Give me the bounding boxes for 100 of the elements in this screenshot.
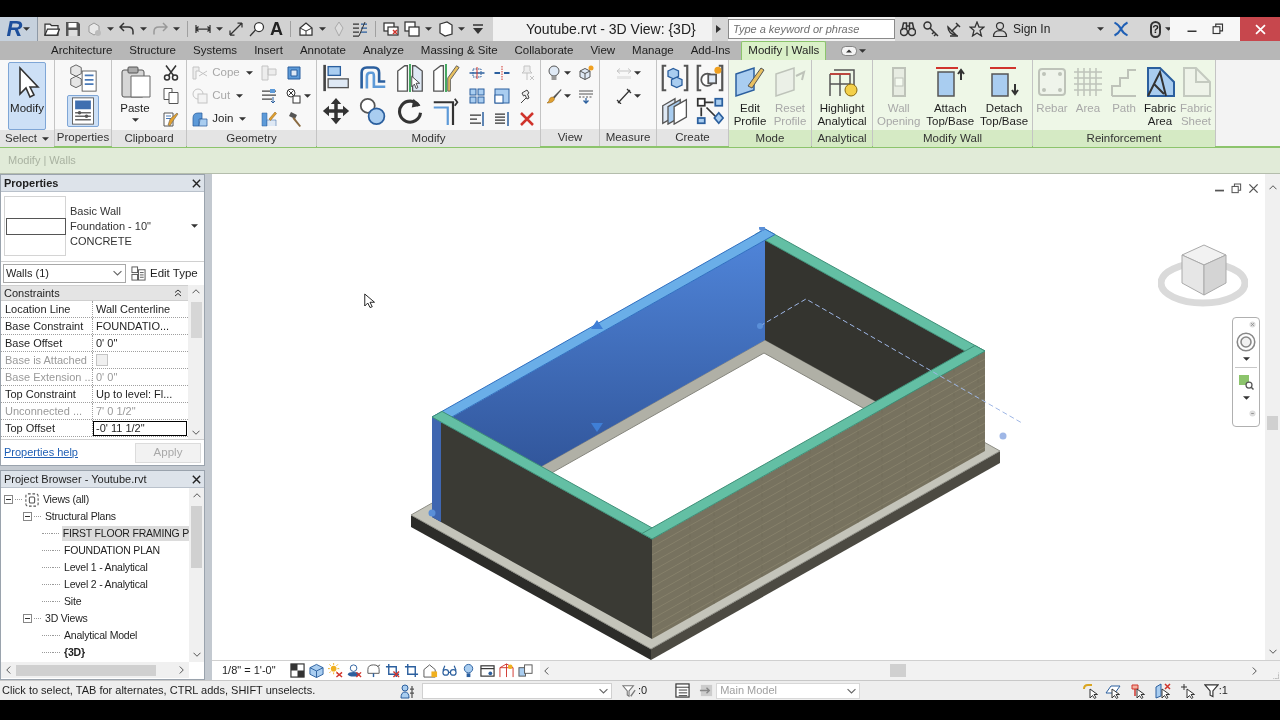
tree-item[interactable]: Level 2 - Analytical	[63, 576, 148, 593]
shadow-cross-icon[interactable]	[346, 663, 362, 678]
chevron-down-icon[interactable]	[599, 687, 608, 694]
collapse-box-icon[interactable]	[23, 512, 32, 521]
sun-cross-icon[interactable]	[327, 663, 343, 678]
ribbon-tab[interactable]: Manage	[632, 41, 674, 60]
chevron-up-icon[interactable]	[192, 493, 201, 498]
ribbon-tool-button[interactable]: Join	[190, 108, 255, 130]
workset-field[interactable]	[422, 682, 612, 699]
diagonal-arrow-icon[interactable]	[228, 21, 244, 37]
ribbon-tool-button[interactable]	[283, 85, 313, 107]
help-button[interactable]: ?	[1150, 20, 1162, 38]
search-field[interactable]: Type a keyword or phrase	[728, 19, 895, 39]
ribbon-toggle-icon[interactable]	[841, 45, 858, 56]
close-icon[interactable]	[192, 178, 201, 188]
ribbon-tool-button[interactable]: Edit Profile	[731, 62, 769, 130]
scrollbar-thumb[interactable]	[890, 664, 906, 677]
magnifier-icon[interactable]	[249, 21, 265, 37]
caret-icon[interactable]	[1242, 357, 1250, 361]
chevron-down-icon[interactable]	[192, 652, 201, 657]
tree-item[interactable]: Site	[63, 593, 82, 610]
ribbon-tab[interactable]: View	[590, 41, 616, 60]
vertical-scrollbar[interactable]	[1265, 174, 1280, 660]
caret-icon[interactable]	[140, 27, 147, 31]
ribbon-tool-button[interactable]: Attach Top/Base	[924, 62, 977, 130]
edit-type-button[interactable]: Edit Type	[129, 264, 198, 283]
close-windows-icon[interactable]	[383, 21, 399, 37]
ribbon-tool-button[interactable]: Modify	[8, 62, 46, 130]
ribbon-tab[interactable]: Analyze	[362, 41, 404, 60]
star-icon[interactable]	[969, 21, 985, 37]
ribbon-tab[interactable]: Massing & Site	[420, 41, 498, 60]
save-icon[interactable]	[65, 21, 81, 37]
collapse-box-icon[interactable]	[23, 614, 32, 623]
ribbon-tool-button[interactable]: Highlight Analytical	[815, 62, 869, 130]
caret-icon[interactable]	[216, 27, 223, 31]
tree-item[interactable]: Views (all)	[42, 491, 90, 508]
ribbon-tab[interactable]: Add-Ins	[690, 41, 731, 60]
collapse-box-icon[interactable]	[4, 495, 13, 504]
chevron-down-icon[interactable]	[1268, 649, 1277, 654]
caret-icon[interactable]	[425, 27, 432, 31]
chevron-up-icon[interactable]	[192, 289, 200, 295]
pin-cursor-icon[interactable]	[1129, 682, 1146, 699]
tree-item[interactable]: Analytical Model	[63, 627, 138, 644]
checker-square-icon[interactable]	[289, 663, 305, 678]
plus-cursor-icon[interactable]	[1179, 682, 1196, 699]
house-icon[interactable]	[298, 21, 314, 37]
instance-dropdown[interactable]: Walls (1)	[3, 263, 126, 283]
satellite-dish-icon[interactable]	[946, 21, 962, 37]
tree-item[interactable]: 3D Views	[44, 610, 88, 627]
chevron-right-icon[interactable]	[179, 666, 184, 674]
house-lock-icon[interactable]	[422, 663, 438, 678]
ribbon-tab[interactable]: Structure	[129, 41, 177, 60]
scrollbar-thumb[interactable]	[1267, 416, 1278, 430]
ribbon-tool-button[interactable]: Paste	[117, 62, 153, 130]
close-icon[interactable]	[192, 474, 201, 484]
stacked-boxes-icon[interactable]	[517, 663, 533, 678]
tree-item[interactable]: FOUNDATION PLAN	[63, 542, 160, 559]
ribbon-tool-button[interactable]: Fabric Area	[1142, 62, 1178, 130]
view-scale[interactable]: 1/8" = 1'-0"	[222, 662, 276, 679]
vertical-scrollbar[interactable]	[188, 285, 204, 440]
value-input[interactable]: -0' 11 1/2"	[93, 420, 187, 436]
help-link[interactable]: Properties help	[4, 444, 78, 461]
ribbon-tab[interactable]: Systems	[193, 41, 238, 60]
caret-icon[interactable]	[859, 48, 867, 53]
chevron-up-icon[interactable]	[1268, 185, 1277, 190]
tree-item[interactable]: {3D}	[63, 644, 85, 661]
funnel-pencil-icon[interactable]	[622, 683, 636, 698]
folder-icon[interactable]	[44, 21, 60, 37]
person-key-icon[interactable]	[400, 682, 416, 699]
list-window-icon[interactable]	[675, 683, 691, 698]
ribbon-tool-button[interactable]	[161, 62, 181, 84]
scrollbar-thumb[interactable]	[191, 506, 202, 568]
switch-windows-icon[interactable]	[404, 21, 420, 37]
vertical-scrollbar[interactable]	[189, 488, 204, 662]
close-icon[interactable]	[1248, 183, 1259, 194]
crop-cross-icon[interactable]	[384, 663, 400, 678]
restore-icon[interactable]	[1212, 23, 1224, 35]
type-selector[interactable]: Basic Wall Foundation - 10" CONCRETE	[1, 192, 204, 262]
ribbon-tool-button[interactable]	[67, 95, 99, 127]
glasses-icon[interactable]	[441, 663, 457, 678]
face-cursor-icon[interactable]	[1154, 682, 1171, 699]
shaded-cube-icon[interactable]	[308, 663, 324, 678]
frame-sun-icon[interactable]	[498, 663, 514, 678]
caret-icon[interactable]	[107, 27, 114, 31]
tree-item[interactable]: Level 1 - Analytical	[63, 559, 148, 576]
binoculars-icon[interactable]	[900, 21, 916, 37]
chevron-down-icon[interactable]	[192, 430, 200, 436]
ribbon-tool-button[interactable]: Detach Top/Base	[978, 62, 1031, 130]
ribbon-tool-button[interactable]	[430, 62, 463, 94]
caret-icon[interactable]	[173, 27, 180, 31]
arc-cursor-icon[interactable]	[1082, 682, 1099, 699]
chevron-left-icon[interactable]	[6, 666, 11, 674]
tree-item[interactable]: Structural Plans	[44, 508, 116, 525]
crop-icon[interactable]	[403, 663, 419, 678]
ribbon-tab[interactable]: Insert	[254, 41, 283, 60]
caret-icon[interactable]	[1165, 27, 1173, 31]
ribbon-tab[interactable]: Architecture	[51, 41, 113, 60]
app-menu-button[interactable]: R	[0, 17, 38, 41]
ribbon-tab[interactable]: Collaborate	[514, 41, 574, 60]
scrollbar-thumb[interactable]	[16, 664, 156, 676]
